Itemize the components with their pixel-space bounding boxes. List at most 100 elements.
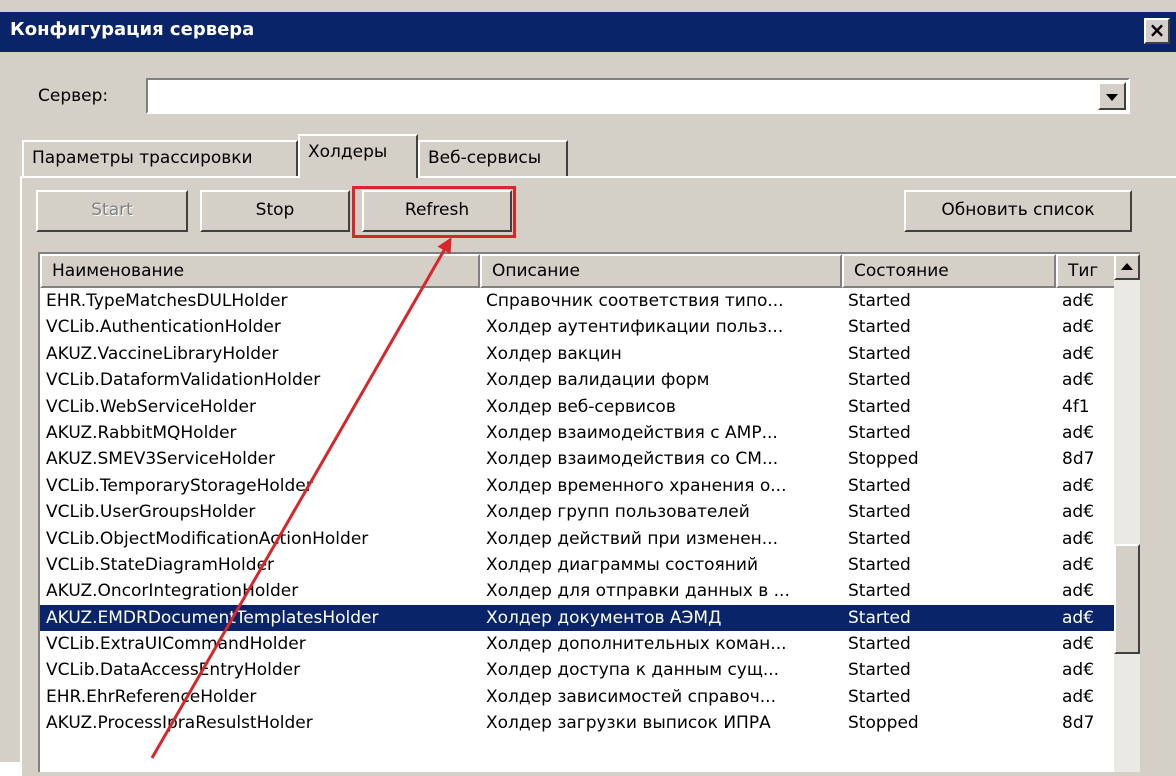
list-rows: EHR.TypeMatchesDULHolder Справочник соотв…	[40, 288, 1120, 737]
table-cell: Started	[848, 475, 911, 496]
table-cell: ad€	[1062, 660, 1095, 681]
table-cell: Started	[848, 581, 911, 602]
table-cell: ad€	[1062, 343, 1095, 364]
table-row[interactable]: AKUZ.EMDRDocumentTemplatesHolder Холдер д…	[40, 604, 1120, 632]
refresh-button[interactable]: Refresh	[362, 190, 512, 232]
table-cell: Started	[848, 686, 911, 707]
table-row[interactable]: VCLib.AuthenticationHolder Холдер аутенти…	[40, 314, 1120, 340]
table-row[interactable]: VCLib.DataAccessEntryHolder Холдер доступ…	[40, 657, 1120, 683]
table-cell: ad€	[1062, 291, 1095, 311]
table-row[interactable]: VCLib.DataformValidationHolder Холдер вал…	[40, 367, 1120, 393]
table-cell: AKUZ.SMEV3ServiceHolder	[46, 449, 276, 470]
table-cell: Холдер аутентификации польз...	[486, 317, 784, 338]
table-cell: ad€	[1062, 528, 1095, 549]
table-cell: Stopped	[848, 449, 919, 470]
table-cell: ad€	[1062, 475, 1095, 496]
table-cell: VCLib.StateDiagramHolder	[46, 554, 275, 575]
table-row[interactable]: EHR.EhrReferenceHolder Холдер зависимосте…	[40, 684, 1120, 710]
table-cell: Started	[848, 634, 911, 655]
table-cell: ad€	[1062, 686, 1095, 707]
table-row[interactable]: VCLib.TemporaryStorageHolder Холдер време…	[40, 473, 1120, 499]
table-cell: ad€	[1062, 370, 1095, 391]
table-cell: ad€	[1062, 502, 1095, 523]
table-cell: 8d7	[1062, 713, 1095, 734]
table-row[interactable]: EHR.TypeMatchesDULHolder Справочник соотв…	[40, 288, 1120, 314]
table-row[interactable]: VCLib.UserGroupsHolder Холдер групп польз…	[40, 499, 1120, 525]
table-cell: Справочник соответствия типо...	[486, 291, 784, 311]
window-title: Конфигурация сервера	[10, 19, 255, 40]
close-icon: ×	[1148, 18, 1166, 42]
table-cell: Холдер дополнительных коман...	[486, 634, 787, 655]
table-cell: Холдер доступа к данным сущ...	[486, 660, 780, 681]
column-description[interactable]: Описание	[480, 254, 842, 288]
table-cell: Started	[848, 291, 911, 311]
column-name[interactable]: Наименование	[40, 254, 480, 288]
vertical-scrollbar[interactable]	[1114, 254, 1140, 772]
table-cell: VCLib.TemporaryStorageHolder	[46, 475, 313, 496]
table-cell: ad€	[1062, 317, 1095, 338]
tab-web-services[interactable]: Веб-сервисы	[418, 140, 568, 176]
scroll-thumb[interactable]	[1114, 544, 1140, 654]
scroll-up-icon[interactable]	[1114, 254, 1140, 280]
table-row[interactable]: VCLib.ExtraUICommandHolder Холдер дополни…	[40, 631, 1120, 657]
table-cell: VCLib.AuthenticationHolder	[46, 317, 281, 338]
table-cell: Холдер валидации форм	[486, 370, 710, 391]
dropdown-arrow-icon[interactable]	[1098, 82, 1126, 110]
column-type[interactable]: Тиг	[1056, 254, 1120, 288]
table-cell: Холдер документов АЭМД	[486, 607, 722, 628]
table-cell: Started	[848, 396, 911, 417]
table-cell: Холдер вакцин	[486, 343, 622, 364]
table-row[interactable]: AKUZ.SMEV3ServiceHolder Холдер взаимодейс…	[40, 446, 1120, 472]
table-cell: Stopped	[848, 713, 919, 734]
table-cell: Холдер действий при изменен...	[486, 528, 778, 549]
table-cell: Started	[848, 528, 911, 549]
table-cell: Started	[848, 554, 911, 575]
table-cell: AKUZ.ProcessIpraResulstHolder	[46, 713, 313, 734]
table-cell: Холдер для отправки данных в ...	[486, 581, 790, 602]
stop-button[interactable]: Stop	[200, 190, 350, 232]
list-header: Наименование Описание Состояние Тиг	[40, 254, 1120, 288]
table-cell: Started	[848, 660, 911, 681]
table-cell: Started	[848, 422, 911, 443]
table-cell: Started	[848, 370, 911, 391]
table-cell: AKUZ.RabbitMQHolder	[46, 422, 237, 443]
table-cell: EHR.TypeMatchesDULHolder	[46, 291, 288, 311]
update-list-button[interactable]: Обновить список	[904, 190, 1132, 232]
server-label: Сервер:	[38, 86, 109, 106]
table-cell: VCLib.ObjectModificationActionHolder	[46, 528, 369, 549]
table-row[interactable]: VCLib.WebServiceHolder Холдер веб-сервисо…	[40, 394, 1120, 420]
table-cell: Холдер взаимодействия со СМ...	[486, 449, 779, 470]
table-cell: Холдер групп пользователей	[486, 502, 750, 523]
table-cell: AKUZ.OncorIntegrationHolder	[46, 581, 299, 602]
table-cell: Холдер веб-сервисов	[486, 396, 676, 417]
close-button[interactable]: ×	[1144, 18, 1170, 44]
table-cell: AKUZ.EMDRDocumentTemplatesHolder	[46, 607, 379, 628]
table-row[interactable]: AKUZ.ProcessIpraResulstHolder Холдер загр…	[40, 710, 1120, 736]
tab-holders[interactable]: Холдеры	[298, 134, 418, 178]
table-cell: VCLib.UserGroupsHolder	[46, 502, 256, 523]
title-bar: Конфигурация сервера ×	[0, 12, 1176, 52]
table-row[interactable]: VCLib.StateDiagramHolder Холдер диаграммы…	[40, 552, 1120, 578]
table-cell: VCLib.DataAccessEntryHolder	[46, 660, 301, 681]
server-config-window: Конфигурация сервера × Сервер: Параметры…	[0, 0, 1176, 776]
table-cell: Холдер взаимодействия с АМР...	[486, 422, 778, 443]
table-row[interactable]: AKUZ.RabbitMQHolder Холдер взаимодействия…	[40, 420, 1120, 446]
table-cell: Started	[848, 343, 911, 364]
table-row[interactable]: AKUZ.VaccineLibraryHolder Холдер вакцин St…	[40, 341, 1120, 367]
table-cell: Started	[848, 607, 911, 628]
table-row[interactable]: AKUZ.OncorIntegrationHolder Холдер для от…	[40, 578, 1120, 604]
table-cell: ad€	[1062, 422, 1095, 443]
table-cell: Холдер временного хранения о...	[486, 475, 787, 496]
table-cell: Холдер загрузки выписок ИПРА	[486, 713, 771, 734]
column-state[interactable]: Состояние	[842, 254, 1056, 288]
table-cell: Холдер диаграммы состояний	[486, 554, 758, 575]
start-button[interactable]: Start	[36, 190, 188, 232]
tab-trace-params[interactable]: Параметры трассировки	[22, 140, 298, 176]
holders-list[interactable]: Наименование Описание Состояние Тиг EHR.…	[38, 252, 1140, 772]
table-cell: EHR.EhrReferenceHolder	[46, 686, 257, 707]
table-cell: 4f1	[1062, 396, 1090, 417]
table-cell: ad€	[1062, 607, 1095, 628]
table-cell: Холдер зависимостей справоч...	[486, 686, 776, 707]
table-row[interactable]: VCLib.ObjectModificationActionHolder Холд…	[40, 526, 1120, 552]
server-combobox[interactable]	[146, 78, 1130, 114]
